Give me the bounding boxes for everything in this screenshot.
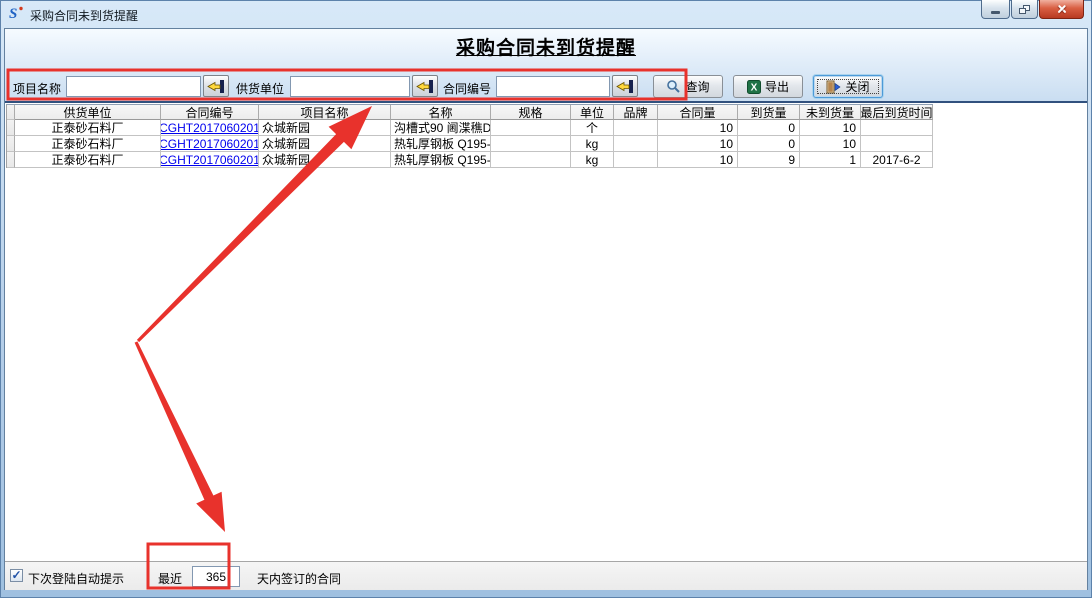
table-cell: 1 <box>800 152 861 168</box>
table-cell: 沟槽式90 阃渫穛D <box>391 120 491 136</box>
col-header-pending-qty[interactable]: 未到货量 <box>800 105 861 120</box>
table-cell: 众城新园 <box>259 152 391 168</box>
contract-link[interactable]: CGHT2017060201 <box>161 137 259 151</box>
col-header-arrived-qty[interactable]: 到货量 <box>738 105 800 120</box>
query-button-label: 查询 <box>685 78 709 95</box>
export-button[interactable]: X 导出 <box>733 75 803 98</box>
table-cell: 众城新园 <box>259 136 391 152</box>
focus-ring <box>817 79 879 94</box>
table-cell: 热轧厚钢板 Q195- <box>391 136 491 152</box>
table-cell <box>614 136 658 152</box>
col-header-project[interactable]: 项目名称 <box>259 105 391 120</box>
table-cell: 众城新园 <box>259 120 391 136</box>
supplier-input[interactable] <box>290 76 410 97</box>
table-cell: 10 <box>658 136 738 152</box>
pointing-hand-icon <box>616 79 634 94</box>
table-cell: 10 <box>658 120 738 136</box>
table-cell <box>861 120 933 136</box>
col-header-brand[interactable]: 品牌 <box>614 105 658 120</box>
contract-picker-button[interactable] <box>612 75 638 97</box>
table-cell: 10 <box>800 136 861 152</box>
col-header-contract-qty[interactable]: 合同量 <box>658 105 738 120</box>
svg-text:X: X <box>751 82 758 93</box>
svg-text:S: S <box>9 6 17 21</box>
days-suffix-label: 天内签订的合同 <box>257 570 341 587</box>
row-header <box>7 152 15 168</box>
table-cell: 10 <box>658 152 738 168</box>
contract-link[interactable]: CGHT2017060201 <box>161 153 259 167</box>
row-header <box>7 120 15 136</box>
export-button-label: 导出 <box>765 78 789 95</box>
table-cell: kg <box>571 152 614 168</box>
supplier-picker-button[interactable] <box>412 75 438 97</box>
table-cell: 0 <box>738 136 800 152</box>
row-header <box>7 105 15 120</box>
table-cell: 0 <box>738 120 800 136</box>
table-cell <box>861 136 933 152</box>
col-header-name[interactable]: 名称 <box>391 105 491 120</box>
close-button[interactable]: 关闭 <box>813 75 883 98</box>
close-icon <box>1056 4 1068 14</box>
table-cell: 正泰砂石料厂 <box>15 152 161 168</box>
table-cell <box>491 136 571 152</box>
col-header-spec[interactable]: 规格 <box>491 105 571 120</box>
supplier-label: 供货单位 <box>236 80 284 97</box>
toolbar-separator <box>5 101 1087 103</box>
table-cell <box>491 120 571 136</box>
contracts-table: 供货单位 合同编号 项目名称 名称 规格 单位 品牌 合同量 到货量 未到货量 … <box>6 104 933 168</box>
col-header-supplier[interactable]: 供货单位 <box>15 105 161 120</box>
auto-prompt-checkbox[interactable]: ✓ <box>10 569 23 582</box>
pointing-hand-icon <box>416 79 434 94</box>
col-header-contract-no[interactable]: 合同编号 <box>161 105 259 120</box>
search-icon <box>666 79 681 94</box>
window-title: 采购合同未到货提醒 <box>30 7 138 24</box>
table-cell: 正泰砂石料厂 <box>15 136 161 152</box>
restore-button[interactable] <box>1011 0 1038 19</box>
table-cell: kg <box>571 136 614 152</box>
minimize-button[interactable] <box>981 0 1010 19</box>
table-cell: 热轧厚钢板 Q195- <box>391 152 491 168</box>
close-window-button[interactable] <box>1039 0 1084 19</box>
auto-prompt-label: 下次登陆自动提示 <box>28 570 124 587</box>
table-row: 正泰砂石料厂 <box>15 120 161 136</box>
row-header <box>7 136 15 152</box>
project-picker-button[interactable] <box>203 75 229 97</box>
contract-no-label: 合同编号 <box>443 80 491 97</box>
table-cell: 个 <box>571 120 614 136</box>
contract-no-input[interactable] <box>496 76 610 97</box>
app-icon: S <box>8 5 24 21</box>
table-cell <box>614 120 658 136</box>
col-header-last-arrival[interactable]: 最后到货时间 <box>861 105 933 120</box>
application-window: S 采购合同未到货提醒 采购合同未到货提醒 项目名称 供货单位 合同编号 <box>0 0 1092 598</box>
checkmark-icon: ✓ <box>11 570 21 580</box>
query-button[interactable]: 查询 <box>653 75 723 98</box>
table-cell <box>614 152 658 168</box>
title-bar: S 采购合同未到货提醒 <box>0 0 1092 28</box>
pointing-hand-icon <box>207 79 225 94</box>
minimize-icon <box>991 11 1000 14</box>
table-cell: 9 <box>738 152 800 168</box>
page-title: 采购合同未到货提醒 <box>5 33 1087 60</box>
project-name-input[interactable] <box>66 76 201 97</box>
excel-icon: X <box>747 80 761 94</box>
recent-label: 最近 <box>158 570 182 587</box>
restore-icon <box>1019 5 1030 14</box>
table-cell: 10 <box>800 120 861 136</box>
col-header-unit[interactable]: 单位 <box>571 105 614 120</box>
table-cell <box>491 152 571 168</box>
table-cell: 2017-6-2 <box>861 152 933 168</box>
days-input[interactable] <box>192 566 240 587</box>
contract-link[interactable]: CGHT2017060201 <box>161 121 259 135</box>
project-name-label: 项目名称 <box>13 80 61 97</box>
